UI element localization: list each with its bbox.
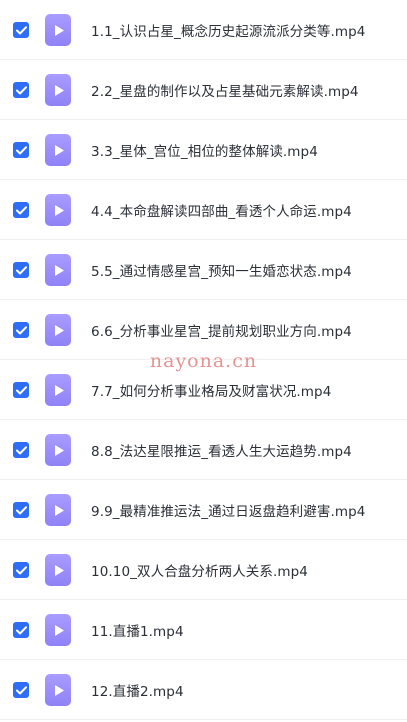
- video-file-icon: [45, 194, 71, 226]
- file-row[interactable]: 2.2_星盘的制作以及占星基础元素解读.mp4: [0, 60, 407, 120]
- checkbox-checked-icon[interactable]: [13, 502, 29, 518]
- video-file-icon: [45, 434, 71, 466]
- file-name[interactable]: 7.7_如何分析事业格局及财富状况.mp4: [91, 380, 399, 400]
- file-row[interactable]: 10.10_双人合盘分析两人关系.mp4: [0, 540, 407, 600]
- file-row[interactable]: 8.8_法达星限推运_看透人生大运趋势.mp4: [0, 420, 407, 480]
- video-file-icon: [45, 494, 71, 526]
- file-name[interactable]: 11.直播1.mp4: [91, 620, 399, 640]
- checkbox-checked-icon[interactable]: [13, 322, 29, 338]
- file-name[interactable]: 1.1_认识占星_概念历史起源流派分类等.mp4: [91, 20, 399, 40]
- checkbox-checked-icon[interactable]: [13, 82, 29, 98]
- file-name[interactable]: 10.10_双人合盘分析两人关系.mp4: [91, 560, 399, 580]
- video-file-icon: [45, 254, 71, 286]
- video-file-icon: [45, 554, 71, 586]
- file-name[interactable]: 8.8_法达星限推运_看透人生大运趋势.mp4: [91, 440, 399, 460]
- file-name[interactable]: 2.2_星盘的制作以及占星基础元素解读.mp4: [91, 80, 399, 100]
- file-row[interactable]: 9.9_最精准推运法_通过日返盘趋利避害.mp4: [0, 480, 407, 540]
- file-row[interactable]: 6.6_分析事业星宫_提前规划职业方向.mp4: [0, 300, 407, 360]
- checkbox-checked-icon[interactable]: [13, 622, 29, 638]
- checkbox-checked-icon[interactable]: [13, 202, 29, 218]
- checkbox-checked-icon[interactable]: [13, 22, 29, 38]
- file-row[interactable]: 4.4_本命盘解读四部曲_看透个人命运.mp4: [0, 180, 407, 240]
- checkbox-checked-icon[interactable]: [13, 262, 29, 278]
- file-list: 1.1_认识占星_概念历史起源流派分类等.mp4 2.2_星盘的制作以及占星基础元…: [0, 0, 407, 722]
- file-name[interactable]: 5.5_通过情感星宫_预知一生婚恋状态.mp4: [91, 260, 399, 280]
- video-file-icon: [45, 314, 71, 346]
- checkbox-checked-icon[interactable]: [13, 562, 29, 578]
- video-file-icon: [45, 674, 71, 706]
- checkbox-checked-icon[interactable]: [13, 442, 29, 458]
- file-row[interactable]: 5.5_通过情感星宫_预知一生婚恋状态.mp4: [0, 240, 407, 300]
- file-row[interactable]: 3.3_星体_宫位_相位的整体解读.mp4: [0, 120, 407, 180]
- file-name[interactable]: 3.3_星体_宫位_相位的整体解读.mp4: [91, 140, 399, 160]
- video-file-icon: [45, 14, 71, 46]
- file-row[interactable]: 11.直播1.mp4: [0, 600, 407, 660]
- video-file-icon: [45, 134, 71, 166]
- file-name[interactable]: 12.直播2.mp4: [91, 680, 399, 700]
- file-row[interactable]: 12.直播2.mp4: [0, 660, 407, 720]
- checkbox-checked-icon[interactable]: [13, 382, 29, 398]
- file-row[interactable]: 7.7_如何分析事业格局及财富状况.mp4: [0, 360, 407, 420]
- video-file-icon: [45, 374, 71, 406]
- file-name[interactable]: 6.6_分析事业星宫_提前规划职业方向.mp4: [91, 320, 399, 340]
- file-name[interactable]: 9.9_最精准推运法_通过日返盘趋利避害.mp4: [91, 500, 399, 520]
- file-name[interactable]: 4.4_本命盘解读四部曲_看透个人命运.mp4: [91, 200, 399, 220]
- video-file-icon: [45, 614, 71, 646]
- checkbox-checked-icon[interactable]: [13, 682, 29, 698]
- video-file-icon: [45, 74, 71, 106]
- file-row[interactable]: 1.1_认识占星_概念历史起源流派分类等.mp4: [0, 0, 407, 60]
- checkbox-checked-icon[interactable]: [13, 142, 29, 158]
